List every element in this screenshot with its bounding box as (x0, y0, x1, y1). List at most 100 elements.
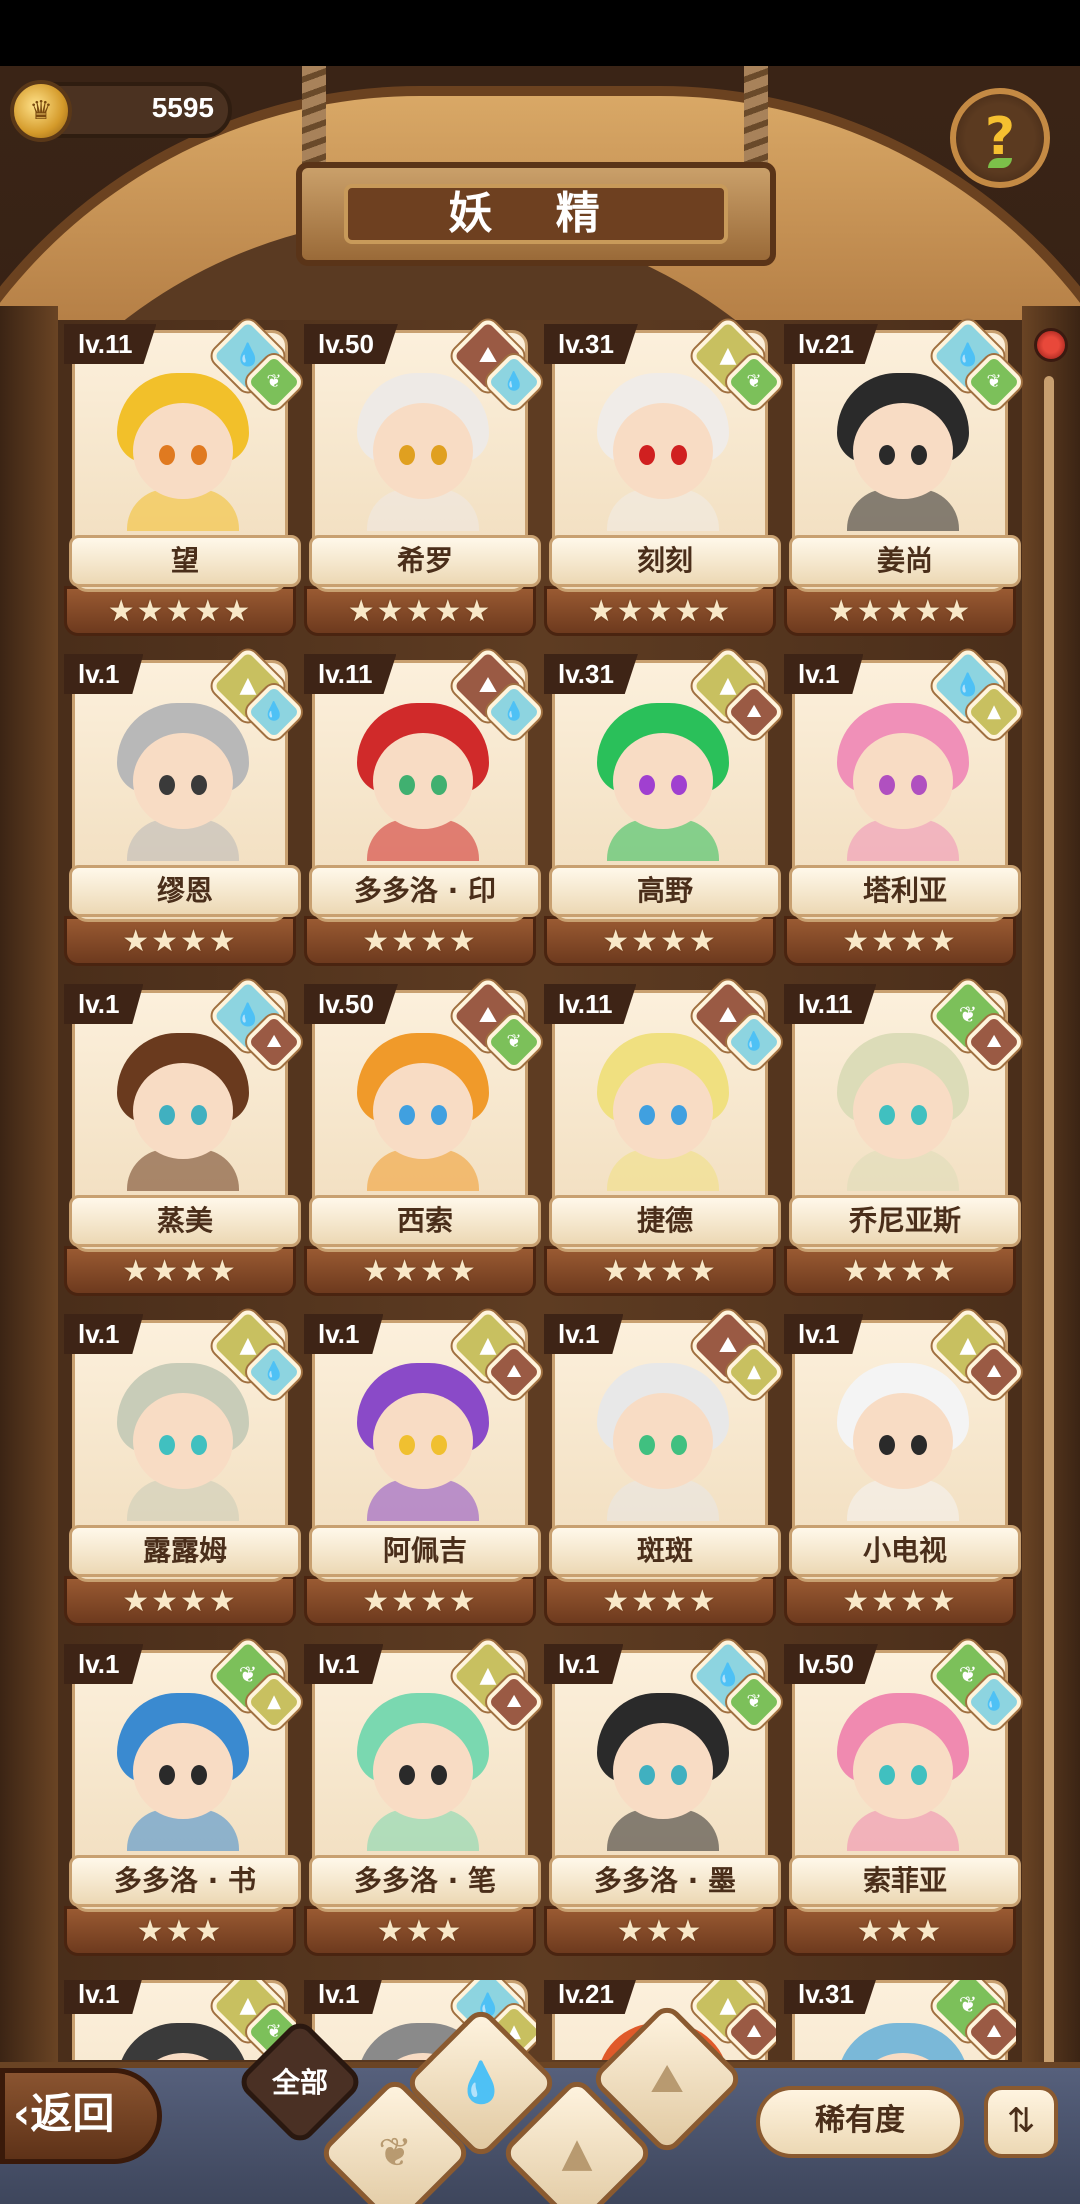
title-plank: 妖 精 (296, 162, 776, 266)
spirit-name: 捷德 (549, 1195, 781, 1247)
water-drop-icon: 💧 (456, 2060, 506, 2106)
spirit-name: 乔尼亚斯 (789, 1195, 1021, 1247)
star-rating: ★★★ (376, 1914, 464, 1949)
help-button[interactable]: ? (950, 88, 1050, 188)
star-rating: ★★★★ (842, 924, 958, 959)
level-badge: lv.21 (544, 1980, 638, 2014)
star-rating: ★★★★ (122, 1254, 238, 1289)
spirit-name: 露露姆 (69, 1525, 301, 1577)
spirit-name: 希罗 (309, 535, 541, 587)
spirit-name: 多多洛 · 书 (69, 1855, 301, 1907)
currency-counter: ♛ 5595 (10, 80, 232, 142)
spirit-name: 高野 (549, 865, 781, 917)
back-label: 返回 (30, 2089, 115, 2138)
spirit-name: 西索 (309, 1195, 541, 1247)
crown-coin-icon: ♛ (10, 80, 72, 142)
level-badge: lv.1 (544, 1644, 624, 1684)
spirit-card[interactable]: 小电视 ★★★★ lv.1 ▲ ⛰ (784, 1306, 1026, 1626)
level-badge: lv.11 (544, 984, 637, 1024)
star-rating: ★★★★★ (587, 594, 733, 629)
spirit-name: 小电视 (789, 1525, 1021, 1577)
level-badge: lv.1 (64, 984, 144, 1024)
level-badge: lv.1 (784, 1314, 864, 1354)
spirit-card[interactable]: 西索 ★★★★ lv.50 ⛰ ❦ (304, 976, 546, 1296)
spirit-name: 塔利亚 (789, 865, 1021, 917)
star-rating: ★★★★★ (347, 594, 493, 629)
level-badge: lv.1 (304, 1644, 384, 1684)
spirit-card[interactable]: 姜尚 ★★★★★ lv.21 💧 ❦ (784, 316, 1026, 636)
back-button[interactable]: ‹返回 (0, 2068, 162, 2164)
level-badge: lv.11 (304, 654, 397, 694)
star-rating: ★★★★ (122, 924, 238, 959)
spirit-card[interactable]: 多多洛 · 墨 ★★★ lv.1 💧 ❦ (544, 1636, 786, 1956)
spirit-name: 蒸美 (69, 1195, 301, 1247)
rarity-sort-button[interactable]: 稀有度 (756, 2086, 964, 2158)
level-badge: lv.1 (304, 1314, 384, 1354)
level-badge: lv.50 (304, 984, 398, 1024)
spirit-name: 姜尚 (789, 535, 1021, 587)
frame-left (0, 306, 58, 2106)
scrollbar-thumb[interactable] (1034, 328, 1068, 362)
star-rating: ★★★★ (602, 1254, 718, 1289)
level-badge: lv.1 (304, 1980, 384, 2014)
spirit-card[interactable]: 望 ★★★★★ lv.11 💧 ❦ (64, 316, 306, 636)
star-rating: ★★★★ (362, 924, 478, 959)
spirit-name: 索菲亚 (789, 1855, 1021, 1907)
page-title: 妖 精 (344, 184, 728, 244)
spirit-name: 缪恩 (69, 865, 301, 917)
spirit-card[interactable]: 缪恩 ★★★★ lv.1 ▲ 💧 (64, 646, 306, 966)
spirit-card[interactable]: 多多洛 · 笔 ★★★ lv.1 ▲ ⛰ (304, 1636, 546, 1956)
level-badge: lv.31 (784, 1980, 878, 2014)
star-rating: ★★★★ (842, 1254, 958, 1289)
spirit-card[interactable]: 希罗 ★★★★★ lv.50 ⛰ 💧 (304, 316, 546, 636)
star-rating: ★★★★ (842, 1584, 958, 1619)
spirit-card[interactable]: 捷德 ★★★★ lv.11 ⛰ 💧 (544, 976, 786, 1296)
spirit-card[interactable]: lv.31 ❦ ⛰ (784, 1980, 1016, 2060)
spirit-card[interactable]: 多多洛 · 书 ★★★ lv.1 ❦ ▲ (64, 1636, 306, 1956)
level-badge: lv.1 (64, 1644, 144, 1684)
spirit-card[interactable]: 高野 ★★★★ lv.31 ▲ ⛰ (544, 646, 786, 966)
spirit-name: 刻刻 (549, 535, 781, 587)
spirit-card[interactable]: 露露姆 ★★★★ lv.1 ▲ 💧 (64, 1306, 306, 1626)
level-badge: lv.1 (544, 1314, 624, 1354)
level-badge: lv.1 (64, 1314, 144, 1354)
mountain-icon: ⛰ (650, 2056, 684, 2102)
spirit-card[interactable]: 乔尼亚斯 ★★★★ lv.11 ❦ ⛰ (784, 976, 1026, 1296)
level-badge: lv.1 (64, 1980, 144, 2014)
star-rating: ★★★★ (122, 1584, 238, 1619)
star-rating: ★★★★ (602, 1584, 718, 1619)
level-badge: lv.31 (544, 654, 638, 694)
level-badge: lv.50 (304, 324, 398, 364)
star-rating: ★★★★ (602, 924, 718, 959)
spirit-card[interactable]: 多多洛 · 印 ★★★★ lv.11 ⛰ 💧 (304, 646, 546, 966)
level-badge: lv.1 (64, 654, 144, 694)
spirit-card[interactable]: 阿佩吉 ★★★★ lv.1 ▲ ⛰ (304, 1306, 546, 1626)
star-rating: ★★★★ (362, 1584, 478, 1619)
spirit-card[interactable]: 斑斑 ★★★★ lv.1 ⛰ ▲ (544, 1306, 786, 1626)
star-rating: ★★★★★ (827, 594, 973, 629)
star-rating: ★★★ (616, 1914, 704, 1949)
level-badge: lv.1 (784, 654, 864, 694)
spirit-name: 多多洛 · 墨 (549, 1855, 781, 1907)
spirit-name: 斑斑 (549, 1525, 781, 1577)
spirit-name: 多多洛 · 印 (309, 865, 541, 917)
level-badge: lv.11 (784, 984, 877, 1024)
level-badge: lv.11 (64, 324, 157, 364)
star-rating: ★★★ (856, 1914, 944, 1949)
spirit-name: 多多洛 · 笔 (309, 1855, 541, 1907)
spirit-card[interactable]: 蒸美 ★★★★ lv.1 💧 ⛰ (64, 976, 306, 1296)
spirit-card[interactable]: 刻刻 ★★★★★ lv.31 ▲ ❦ (544, 316, 786, 636)
scrollbar-track[interactable] (1044, 376, 1054, 2116)
status-bar (0, 0, 1080, 66)
chevron-left-icon: ‹ (13, 2089, 31, 2138)
star-rating: ★★★ (136, 1914, 224, 1949)
spirit-card[interactable]: 索菲亚 ★★★ lv.50 ❦ 💧 (784, 1636, 1026, 1956)
spirit-name: 阿佩吉 (309, 1525, 541, 1577)
spirit-name: 望 (69, 535, 301, 587)
level-badge: lv.50 (784, 1644, 878, 1684)
level-badge: lv.31 (544, 324, 638, 364)
tab-all-label: 全部 (271, 2066, 328, 2099)
level-badge: lv.21 (784, 324, 878, 364)
sort-order-button[interactable]: ⇅ (984, 2086, 1058, 2158)
spirit-card[interactable]: 塔利亚 ★★★★ lv.1 💧 ▲ (784, 646, 1026, 966)
